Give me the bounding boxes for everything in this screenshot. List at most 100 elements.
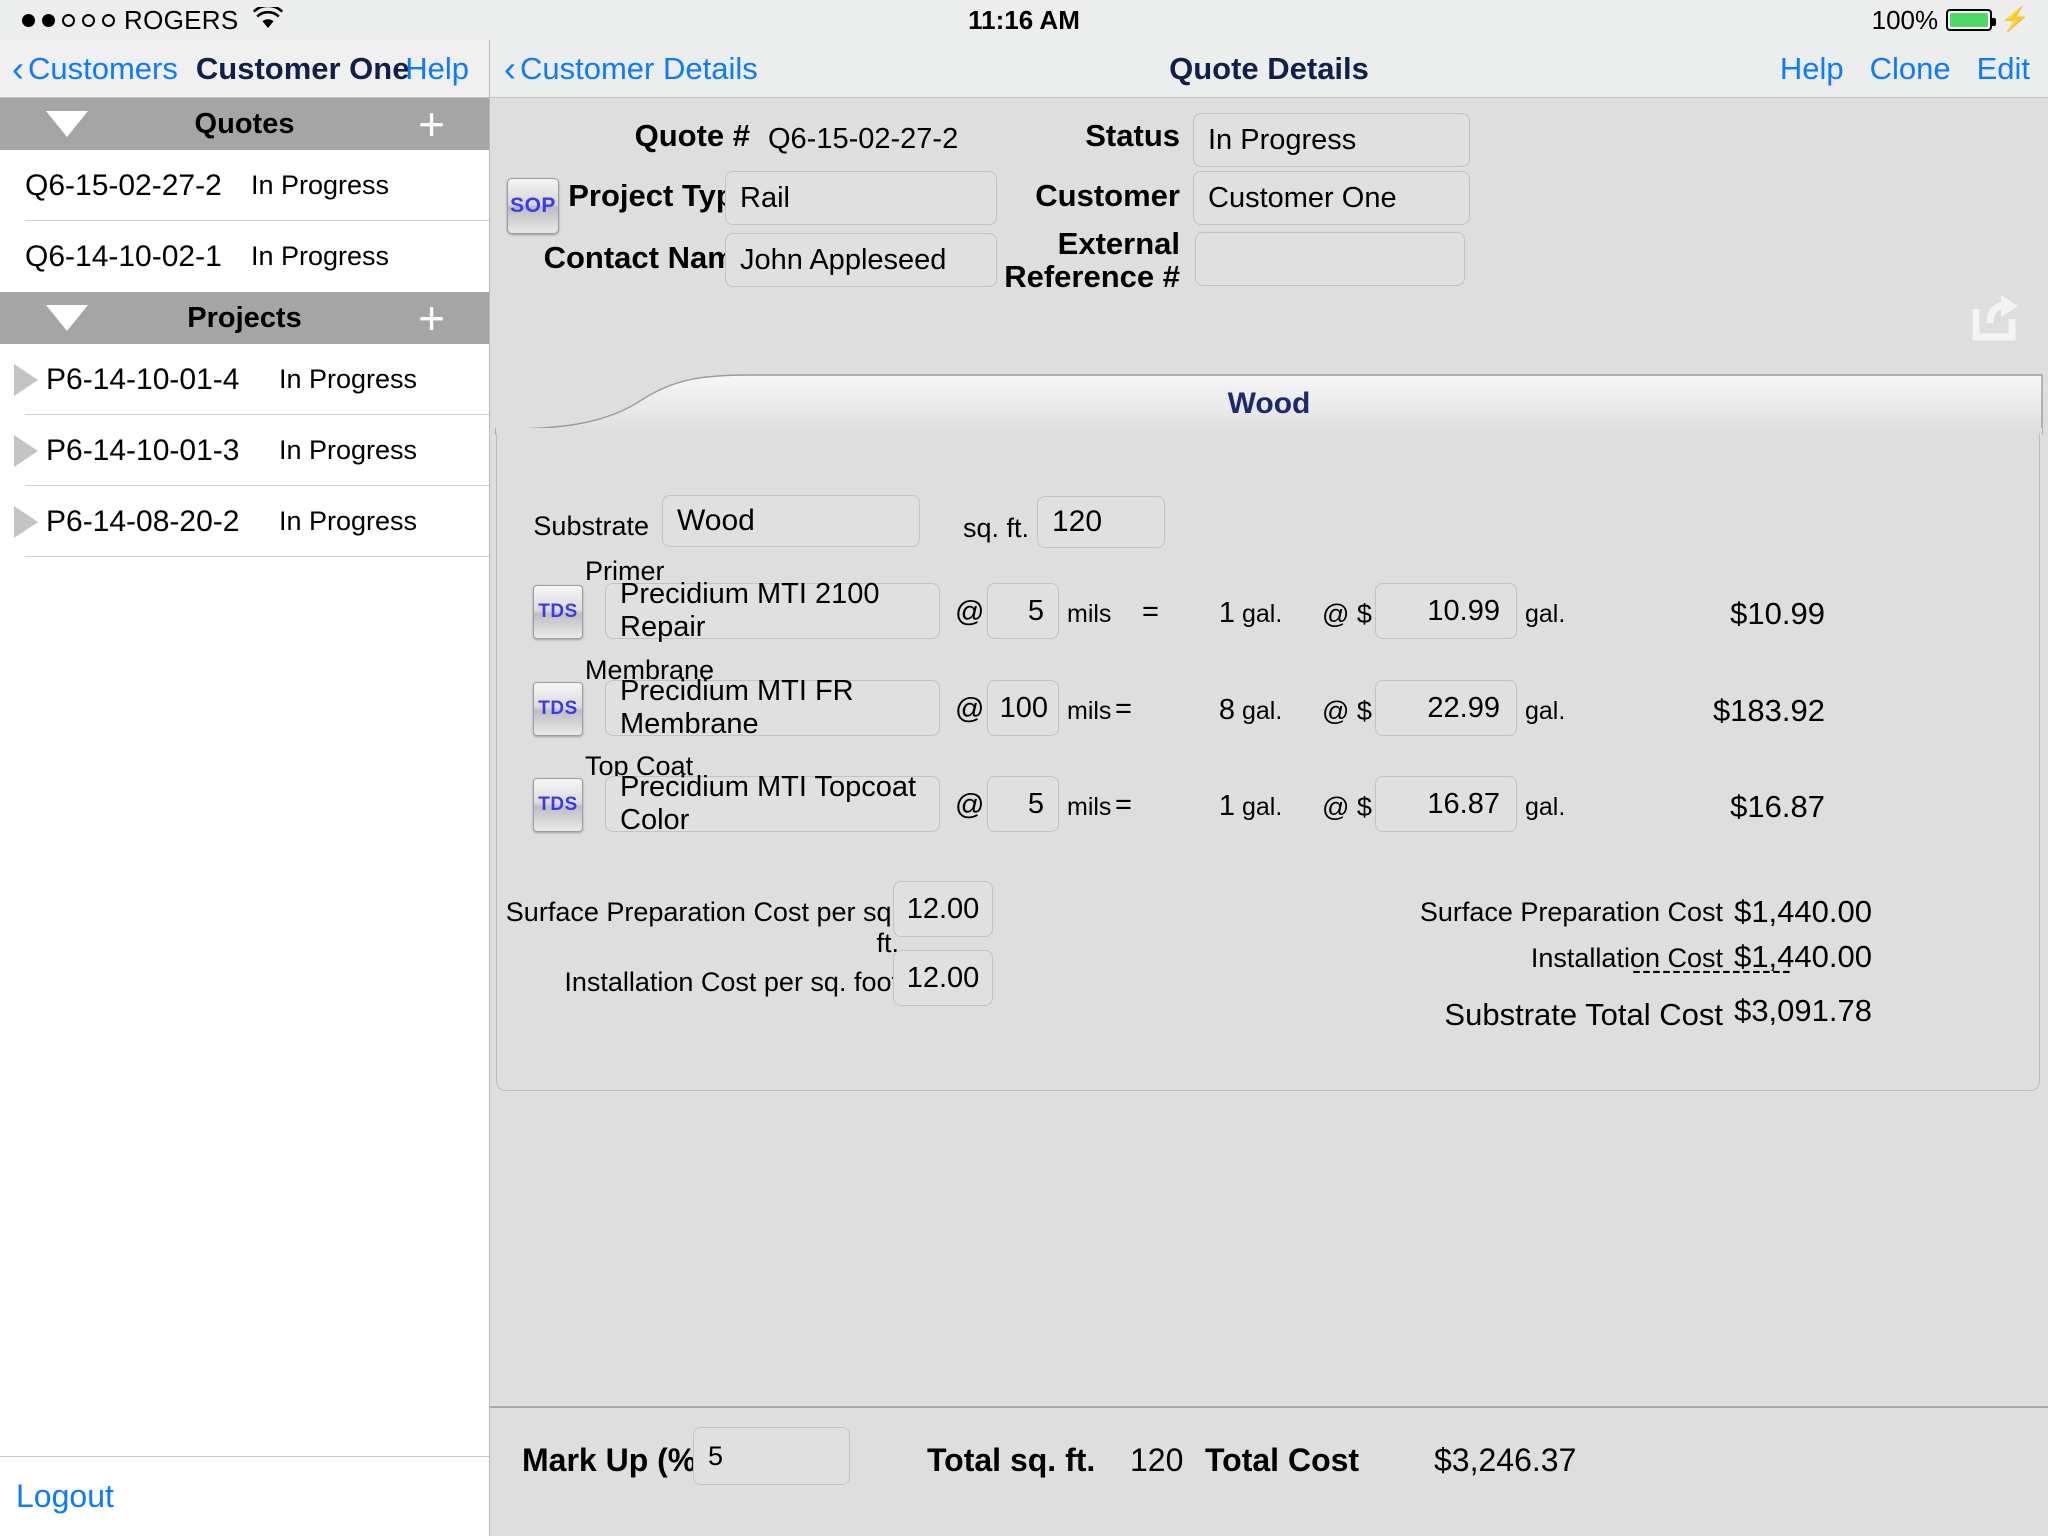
clone-button[interactable]: Clone <box>1870 51 1951 87</box>
installation-rate-label: Installation Cost per sq. foot <box>497 967 899 998</box>
topcoat-price-prefix: @ $ <box>1322 792 1372 823</box>
membrane-gallons-value: 8 <box>1137 694 1235 727</box>
primer-price-unit: gal. <box>1525 600 1565 629</box>
membrane-product-field[interactable]: Precidium MTI FR Membrane <box>605 680 940 736</box>
topcoat-gallons-unit: gal. <box>1242 793 1282 822</box>
triangle-right-icon[interactable] <box>14 364 38 396</box>
list-item[interactable]: Q6-15-02-27-2 In Progress <box>0 150 489 221</box>
surface-prep-rate-field[interactable]: 12.00 <box>893 881 993 937</box>
master-list-panel: ‹ Customers Customer One Help Quotes + Q… <box>0 40 490 1536</box>
logout-button[interactable]: Logout <box>16 1478 114 1515</box>
back-to-customers-button[interactable]: Customers <box>28 51 178 87</box>
status-field[interactable]: In Progress <box>1193 113 1470 167</box>
surface-prep-cost-value: $1,440.00 <box>1677 894 1872 930</box>
page-title: Customer One <box>196 51 410 87</box>
tab-wood[interactable]: Wood <box>490 387 2048 421</box>
membrane-equals: = <box>1115 693 1132 726</box>
section-title: Quotes <box>195 108 295 141</box>
membrane-line-total: $183.92 <box>1587 693 1825 729</box>
status-badge: In Progress <box>251 241 389 272</box>
logout-bar: Logout <box>0 1456 489 1536</box>
status-badge: In Progress <box>279 364 417 395</box>
substrate-total-label: Substrate Total Cost <box>1017 997 1723 1033</box>
section-header-quotes[interactable]: Quotes + <box>0 98 489 150</box>
membrane-mils-field[interactable]: 100 <box>987 680 1059 736</box>
triangle-down-icon[interactable] <box>46 111 88 137</box>
quote-number-label: Quote # <box>550 120 750 153</box>
status-badge: In Progress <box>279 506 417 537</box>
primer-gallons-value: 1 <box>1137 597 1235 630</box>
membrane-price-prefix: @ $ <box>1322 696 1372 727</box>
primer-gallons-unit: gal. <box>1242 600 1282 629</box>
topcoat-price-field[interactable]: 16.87 <box>1375 776 1517 832</box>
status-bar-right: 100% ⚡ <box>1872 5 2030 36</box>
installation-rate-field[interactable]: 12.00 <box>893 950 993 1006</box>
surface-prep-cost-label: Surface Preparation Cost <box>1017 897 1723 928</box>
share-icon[interactable] <box>1968 293 2020 346</box>
tds-button[interactable]: TDS <box>533 778 583 832</box>
list-item[interactable]: P6-14-10-01-4 In Progress <box>0 344 489 415</box>
list-item[interactable]: Q6-14-10-02-1 In Progress <box>0 221 489 292</box>
membrane-price-unit: gal. <box>1525 697 1565 726</box>
help-button[interactable]: Help <box>1780 51 1844 87</box>
charging-bolt-icon: ⚡ <box>2000 8 2030 32</box>
markup-field[interactable]: 5 <box>693 1427 850 1485</box>
tds-label: TDS <box>538 698 578 720</box>
project-type-field[interactable]: Rail <box>725 171 997 225</box>
status-badge: In Progress <box>251 170 389 201</box>
membrane-mils-unit: mils <box>1067 697 1111 726</box>
tds-label: TDS <box>538 601 578 623</box>
topcoat-equals: = <box>1115 789 1132 822</box>
customer-field[interactable]: Customer One <box>1193 171 1470 225</box>
installation-cost-label: Installation Cost <box>1017 943 1723 974</box>
section-header-projects[interactable]: Projects + <box>0 292 489 344</box>
triangle-right-icon[interactable] <box>14 506 38 538</box>
primer-at-symbol: @ <box>955 596 984 629</box>
topcoat-product-field[interactable]: Precidium MTI Topcoat Color <box>605 776 940 832</box>
topcoat-price-unit: gal. <box>1525 793 1565 822</box>
edit-button[interactable]: Edit <box>1977 51 2030 87</box>
app-root: ROGERS 11:16 AM 100% ⚡ ‹ Customers Custo… <box>0 0 2048 1536</box>
topcoat-line-total: $16.87 <box>1587 789 1825 825</box>
primer-product-field[interactable]: Precidium MTI 2100 Repair <box>605 583 940 639</box>
plus-icon[interactable]: + <box>418 101 445 147</box>
quote-number-value: Q6-15-02-27-2 <box>768 123 958 156</box>
external-reference-field[interactable] <box>1195 232 1465 286</box>
tds-button[interactable]: TDS <box>533 682 583 736</box>
customer-label: Customer <box>970 180 1180 213</box>
project-id-label: P6-14-10-01-3 <box>46 434 239 468</box>
external-reference-label: External Reference # <box>970 228 1180 293</box>
substrate-field[interactable]: Wood <box>662 495 920 547</box>
sqft-field[interactable]: 120 <box>1037 496 1165 548</box>
membrane-at-symbol: @ <box>955 693 984 726</box>
primer-mils-field[interactable]: 5 <box>987 583 1059 639</box>
triangle-right-icon[interactable] <box>14 435 38 467</box>
total-cost-label: Total Cost <box>1205 1442 1359 1479</box>
status-label: Status <box>1000 120 1180 153</box>
quote-id-label: Q6-15-02-27-2 <box>25 169 222 203</box>
status-badge: In Progress <box>279 435 417 466</box>
contact-name-field[interactable]: John Appleseed <box>725 233 997 287</box>
status-bar: ROGERS 11:16 AM 100% ⚡ <box>0 0 2048 40</box>
tds-button[interactable]: TDS <box>533 585 583 639</box>
triangle-down-icon[interactable] <box>46 305 88 331</box>
project-id-label: P6-14-10-01-4 <box>46 363 239 397</box>
topcoat-mils-field[interactable]: 5 <box>987 776 1059 832</box>
total-sqft-label: Total sq. ft. <box>927 1442 1095 1479</box>
list-item[interactable]: P6-14-08-20-2 In Progress <box>0 486 489 557</box>
battery-icon <box>1946 9 1992 31</box>
membrane-price-field[interactable]: 22.99 <box>1375 680 1517 736</box>
membrane-gallons-unit: gal. <box>1242 697 1282 726</box>
chevron-left-icon[interactable]: ‹ <box>12 51 24 87</box>
substrate-tab-strip: Wood <box>490 373 2048 433</box>
plus-icon[interactable]: + <box>418 295 445 341</box>
project-id-label: P6-14-08-20-2 <box>46 505 239 539</box>
list-item[interactable]: P6-14-10-01-3 In Progress <box>0 415 489 486</box>
topcoat-gallons-value: 1 <box>1137 790 1235 823</box>
nav-actions: Help Clone Edit <box>1780 51 2030 87</box>
sqft-label: sq. ft. <box>937 513 1029 544</box>
primer-price-field[interactable]: 10.99 <box>1375 583 1517 639</box>
help-button-left[interactable]: Help <box>405 51 469 87</box>
substrate-card-wrap: Substrate Wood sq. ft. 120 Primer TDS Pr… <box>490 433 2048 1093</box>
tds-label: TDS <box>538 794 578 816</box>
